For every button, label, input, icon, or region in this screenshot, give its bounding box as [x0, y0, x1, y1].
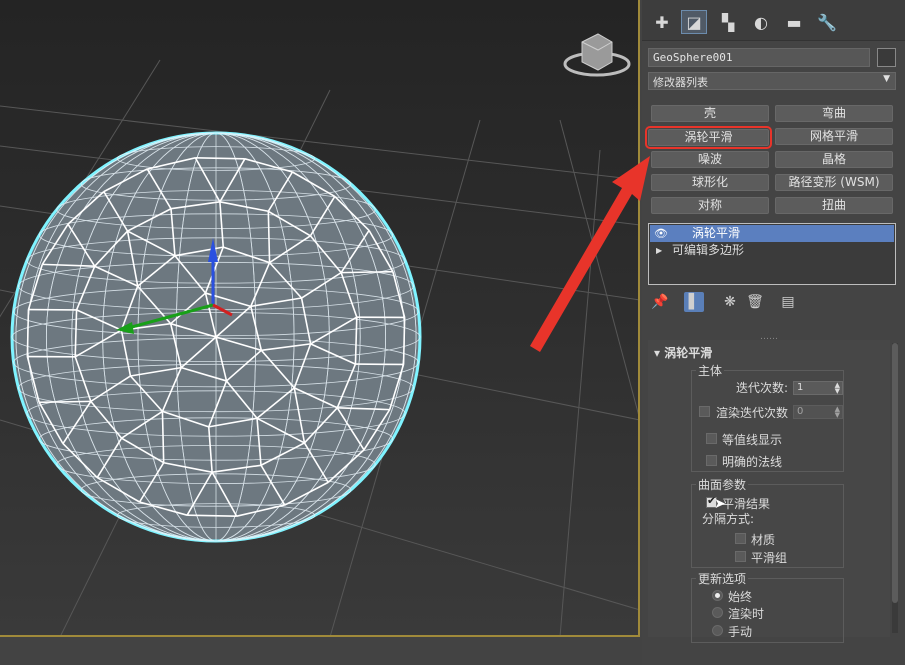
- object-color-swatch[interactable]: [877, 48, 896, 67]
- materials-checkbox[interactable]: [735, 533, 746, 544]
- modifier-button[interactable]: 壳: [651, 105, 769, 122]
- spinner-arrows-icon[interactable]: ▲ ▼: [835, 406, 840, 419]
- command-panel-tabs: ✚ ◪ ▚ ◐ ▬ 🔧: [642, 0, 905, 41]
- materials-label: 材质: [751, 533, 776, 547]
- modifier-list-dropdown[interactable]: 修改器列表 ▼: [648, 72, 896, 90]
- modifier-button[interactable]: 对称: [651, 197, 769, 214]
- turbosmooth-rollout: ▾ 涡轮平滑 主体 迭代次数: 1 ▲ ▼ 渲染迭代次数 0 ▲ ▼ 等值线显示 明确的…: [648, 340, 890, 643]
- turbosmooth-modifier-button[interactable]: 涡轮平滑: [645, 126, 772, 149]
- render-iters-value: 0: [797, 406, 804, 417]
- expand-arrow-icon[interactable]: ▶: [656, 242, 662, 259]
- modifier-button[interactable]: 晶格: [775, 151, 893, 168]
- chevron-down-icon: ▼: [883, 74, 890, 84]
- make-unique-icon[interactable]: ❋: [720, 292, 740, 312]
- modifier-button[interactable]: 扭曲: [775, 197, 893, 214]
- main-group-label: 主体: [696, 362, 725, 379]
- stack-item-turbosmooth[interactable]: 👁 涡轮平滑: [650, 225, 894, 242]
- viewcube-icon[interactable]: [563, 33, 631, 77]
- collapse-arrow-icon: ▾: [654, 346, 665, 360]
- render-iters-checkbox[interactable]: [699, 406, 710, 417]
- rollout-scrollbar[interactable]: [892, 343, 898, 633]
- rollout-title[interactable]: ▾ 涡轮平滑: [654, 344, 712, 361]
- render-iters-label: 渲染迭代次数: [716, 406, 789, 420]
- update-render-label: 渲染时: [728, 607, 765, 621]
- isoline-label: 等值线显示: [722, 433, 783, 447]
- hierarchy-tab-icon[interactable]: ▚: [715, 10, 741, 34]
- show-end-result-icon[interactable]: ▌: [684, 292, 704, 312]
- rollout-title-text: 涡轮平滑: [664, 346, 713, 360]
- iterations-value: 1: [797, 382, 804, 393]
- remove-modifier-icon[interactable]: 🗑: [745, 292, 765, 312]
- scrollbar-thumb[interactable]: [892, 343, 898, 603]
- smoothing-groups-checkbox[interactable]: [735, 551, 746, 562]
- pin-stack-icon[interactable]: 📌: [650, 292, 670, 312]
- isoline-checkbox[interactable]: [706, 433, 717, 444]
- update-manual-radio[interactable]: [712, 625, 723, 636]
- update-always-label: 始终: [728, 590, 753, 604]
- update-always-radio[interactable]: [712, 590, 723, 601]
- update-render-radio[interactable]: [712, 607, 723, 618]
- modifier-stack: 👁 涡轮平滑 ▶ 可编辑多边形: [648, 223, 896, 285]
- viewport-scene: [0, 33, 638, 635]
- iterations-spinner[interactable]: 1 ▲ ▼: [793, 381, 843, 395]
- modifier-button[interactable]: 网格平滑: [775, 128, 893, 145]
- eye-icon[interactable]: 👁: [654, 225, 668, 242]
- stack-item-label: 涡轮平滑: [692, 226, 741, 240]
- smoothing-groups-label: 平滑组: [751, 551, 788, 565]
- configure-sets-icon[interactable]: ▤: [778, 292, 798, 312]
- motion-tab-icon[interactable]: ◐: [748, 10, 774, 34]
- update-manual-label: 手动: [728, 625, 753, 639]
- display-tab-icon[interactable]: ▬: [781, 10, 807, 34]
- viewport[interactable]: [0, 0, 640, 637]
- modifier-button[interactable]: 路径变形 (WSM): [775, 174, 893, 191]
- modifier-button[interactable]: 噪波: [651, 151, 769, 168]
- surface-group-label: 曲面参数: [696, 476, 749, 493]
- stack-toolbar: 📌 ▌ ❋ 🗑 ▤: [642, 288, 905, 316]
- render-iters-spinner[interactable]: 0 ▲ ▼: [793, 405, 843, 419]
- modifier-button[interactable]: 球形化: [651, 174, 769, 191]
- geosphere-mesh: [10, 131, 422, 543]
- object-name-field[interactable]: GeoSphere001: [648, 48, 870, 67]
- explicit-normals-checkbox[interactable]: [706, 455, 717, 466]
- modify-tab-icon[interactable]: ◪: [681, 10, 707, 34]
- spinner-arrows-icon[interactable]: ▲ ▼: [835, 382, 840, 395]
- iterations-label: 迭代次数:: [736, 381, 789, 395]
- explicit-normals-label: 明确的法线: [722, 455, 783, 469]
- update-group-label: 更新选项: [696, 570, 749, 587]
- separate-by-label: 分隔方式:: [702, 512, 755, 526]
- stack-item-editable-poly[interactable]: ▶ 可编辑多边形: [650, 242, 894, 259]
- modifier-button[interactable]: 弯曲: [775, 105, 893, 122]
- utilities-tab-icon[interactable]: 🔧: [814, 10, 840, 34]
- stack-item-label: 可编辑多边形: [672, 243, 745, 257]
- modifier-list-label: 修改器列表: [653, 76, 708, 89]
- create-tab-icon[interactable]: ✚: [649, 10, 675, 34]
- command-panel: ✚ ◪ ▚ ◐ ▬ 🔧 GeoSphere001 修改器列表 ▼ 壳 弯曲 涡轮…: [642, 0, 905, 665]
